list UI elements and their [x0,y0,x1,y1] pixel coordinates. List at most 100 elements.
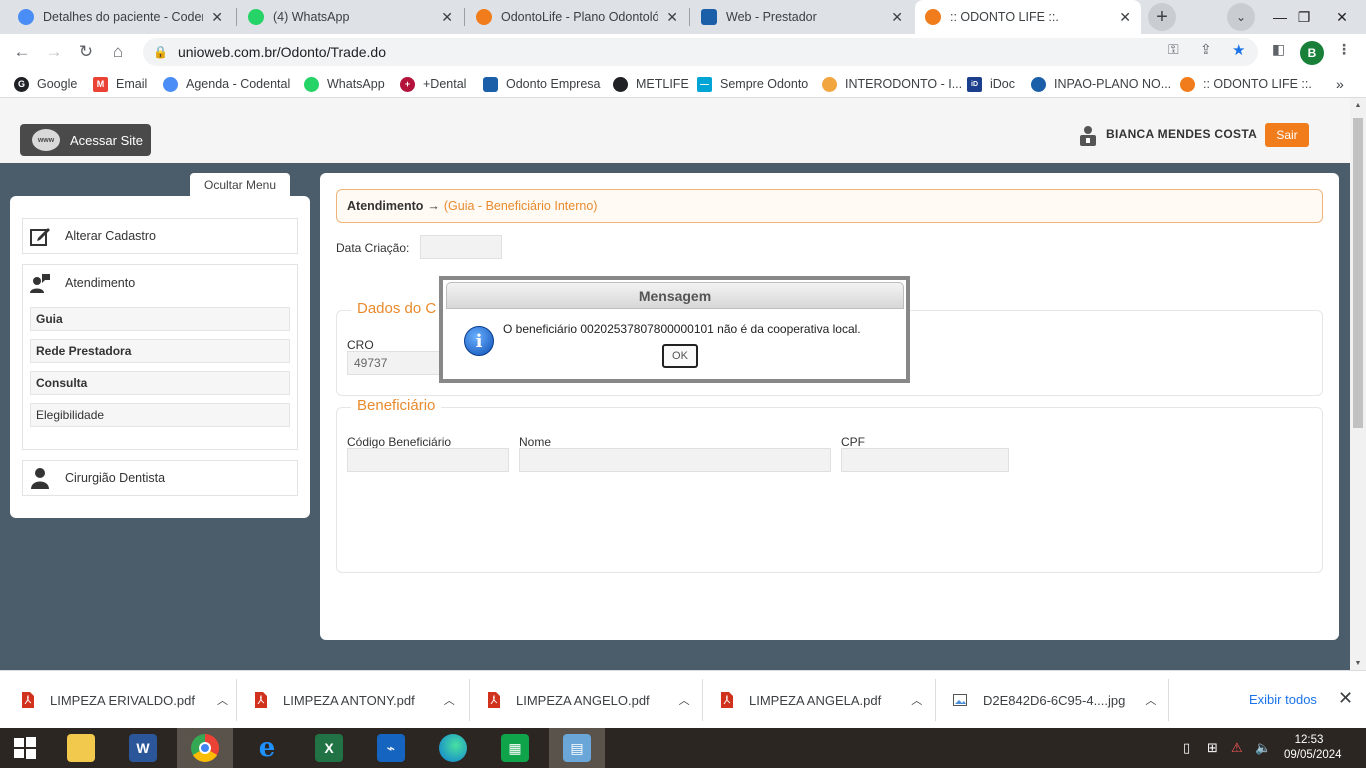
bookmark-odonto-life[interactable]: :: ODONTO LIFE ::. [1180,74,1312,94]
chevron-up-icon[interactable]: ︿ [911,692,922,708]
close-icon[interactable]: ✕ [666,9,678,26]
taskbar-store[interactable]: ▦ [487,728,543,768]
download-item[interactable]: LIMPEZA ERIVALDO.pdf ︿ [22,681,228,719]
bookmark-odonto-empresa[interactable]: Odonto Empresa [483,74,601,94]
submenu-guia[interactable]: Guia [30,307,290,331]
codigo-beneficiario-field[interactable] [347,448,509,472]
download-filename: D2E842D6-6C95-4....jpg [983,692,1126,708]
data-criacao-label: Data Criação: [336,241,410,255]
download-item[interactable]: D2E842D6-6C95-4....jpg ︿ [953,681,1156,719]
submenu-elegibilidade[interactable]: Elegibilidade [30,403,290,427]
download-filename: LIMPEZA ERIVALDO.pdf [50,692,195,708]
close-icon[interactable]: ✕ [891,9,903,26]
taskbar-scanner[interactable]: ⌁ [363,728,419,768]
taskbar-internet-explorer[interactable]: e [239,728,295,768]
profile-avatar[interactable]: B [1300,41,1324,65]
close-icon[interactable]: ✕ [211,9,223,26]
sidebar-item-cirurgiao-dentista[interactable]: Cirurgião Dentista [22,460,298,496]
chevron-up-icon[interactable]: ︿ [1145,692,1156,708]
show-all-downloads-link[interactable]: Exibir todos [1249,692,1317,707]
page-scrollbar[interactable]: ▲ ▼ [1350,98,1366,670]
windows-logo-icon [14,737,36,759]
inpao-icon [1031,76,1046,92]
download-item[interactable]: LIMPEZA ANGELO.pdf ︿ [488,681,690,719]
beneficiario-fieldset [336,407,1323,573]
close-icon[interactable]: ✕ [441,9,453,26]
download-item[interactable]: LIMPEZA ANGELA.pdf ︿ [721,681,922,719]
key-icon[interactable]: ⚿ [1168,41,1179,58]
cro-field[interactable]: 49737 [347,351,447,375]
taskbar-control-panel[interactable]: ▤ [549,728,605,768]
forward-icon[interactable]: → [40,38,68,66]
acessar-site-button[interactable]: www Acessar Site [20,124,151,156]
chevron-up-icon[interactable]: ︿ [679,692,690,708]
tab-codental[interactable]: Detalhes do paciente - Codental ✕ [8,0,233,34]
user-speech-icon [29,272,51,294]
tab-odonto-life-active[interactable]: :: ODONTO LIFE ::. ✕ [915,0,1141,34]
submenu-consulta[interactable]: Consulta [30,371,290,395]
clock-time: 12:53 [1294,734,1324,746]
taskbar-edge[interactable] [425,728,481,768]
back-icon[interactable]: ← [8,38,36,66]
scroll-down-icon[interactable]: ▼ [1350,656,1366,670]
bookmark-whatsapp[interactable]: WhatsApp [304,74,385,94]
pdf-file-icon [22,692,34,708]
logout-button[interactable]: Sair [1265,123,1309,147]
pdf-file-icon [488,692,500,708]
side-panel-icon[interactable]: ◧ [1272,41,1285,58]
tab-web-prestador[interactable]: Web - Prestador ✕ [691,0,913,34]
hide-menu-tab[interactable]: Ocultar Menu [190,173,290,197]
taskbar-file-explorer[interactable] [53,728,109,768]
close-icon[interactable]: ✕ [1119,9,1131,26]
download-item[interactable]: LIMPEZA ANTONY.pdf ︿ [255,681,455,719]
share-icon[interactable]: ⇪ [1200,41,1212,58]
taskbar-excel[interactable]: X [301,728,357,768]
nome-field[interactable] [519,448,831,472]
scroll-thumb[interactable] [1353,118,1363,428]
data-criacao-field[interactable] [420,235,502,259]
taskbar-word[interactable]: W [115,728,171,768]
tab-odontolife-plano[interactable]: OdontoLife - Plano Odontológico ✕ [466,0,688,34]
network-icon[interactable]: ⊞ [1207,740,1218,756]
ok-button[interactable]: OK [662,344,698,368]
bookmark-interodonto[interactable]: INTERODONTO - I... [822,74,962,94]
bookmark-inpao[interactable]: INPAO-PLANO NO... [1031,74,1171,94]
restore-icon[interactable]: ❐ [1290,0,1318,34]
tab-search-button[interactable]: ⌄ [1227,3,1255,31]
bookmark-star-icon[interactable]: ★ [1232,41,1245,59]
start-button[interactable] [0,728,50,768]
chevron-up-icon[interactable]: ︿ [217,692,228,708]
taskbar-chrome[interactable] [177,728,233,768]
sidebar-item-alterar-cadastro[interactable]: Alterar Cadastro [22,218,298,254]
system-clock[interactable]: 12:53 09/05/2024 [1284,733,1342,763]
bookmark-google[interactable]: G Google [14,74,77,94]
scroll-up-icon[interactable]: ▲ [1350,98,1366,112]
home-icon[interactable]: ⌂ [104,38,132,66]
bookmark-agenda-codental[interactable]: Agenda - Codental [163,74,290,94]
download-filename: LIMPEZA ANTONY.pdf [283,692,415,708]
tab-whatsapp[interactable]: (4) WhatsApp ✕ [238,0,463,34]
breadcrumb-page: (Guia - Beneficiário Interno) [443,199,598,213]
ethernet-warning-icon[interactable]: ⚠ [1231,740,1243,756]
bookmark-dental[interactable]: + +Dental [400,74,466,94]
reload-icon[interactable]: ↻ [72,38,100,66]
bookmark-sempre-odonto[interactable]: — Sempre Odonto [697,74,808,94]
bookmark-metlife[interactable]: METLIFE [613,74,689,94]
scanner-icon: ⌁ [377,734,405,762]
bookmarks-overflow-icon[interactable]: » [1336,74,1344,94]
volume-icon[interactable]: 🔈 [1255,740,1271,756]
bookmark-email[interactable]: M Email [93,74,147,94]
bookmark-idoc[interactable]: iD iDoc [967,74,1015,94]
tab-separator [236,8,237,26]
close-icon[interactable]: ✕ [1338,688,1353,709]
cpf-field[interactable] [841,448,1009,472]
new-tab-button[interactable]: + [1148,3,1176,31]
window-close-icon[interactable]: ✕ [1324,0,1360,34]
tablet-mode-icon[interactable]: ▯ [1183,740,1190,756]
address-bar[interactable]: 🔒 unioweb.com.br/Odonto/Trade.do [143,38,1258,66]
bookmarks-bar: G Google M Email Agenda - Codental WhatsAp… [0,70,1366,98]
menu-kebab-icon[interactable]: ⋮ [1337,41,1351,58]
sidebar-item-atendimento[interactable]: Atendimento Guia Rede Prestadora Consult… [22,264,298,450]
chevron-up-icon[interactable]: ︿ [444,692,455,708]
submenu-rede-prestadora[interactable]: Rede Prestadora [30,339,290,363]
